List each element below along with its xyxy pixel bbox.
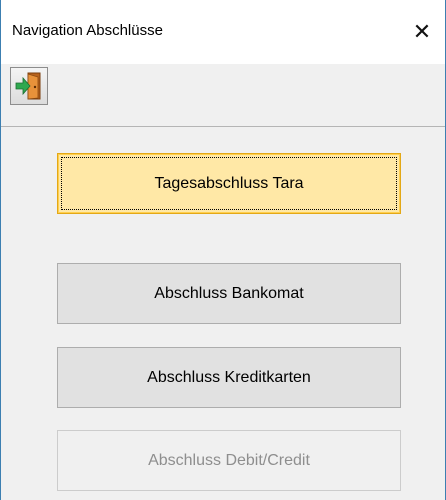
exit-button[interactable] — [10, 67, 48, 105]
window-title: Navigation Abschlüsse — [12, 22, 163, 39]
toolbar — [1, 64, 445, 127]
tagesabschluss-tara-button[interactable]: Tagesabschluss Tara — [57, 153, 401, 214]
button-label: Abschluss Kreditkarten — [147, 368, 311, 386]
close-button[interactable]: ✕ — [399, 0, 445, 64]
abschluss-kreditkarten-button[interactable]: Abschluss Kreditkarten — [57, 347, 401, 408]
title-bar[interactable]: Navigation Abschlüsse ✕ — [1, 0, 445, 64]
abschluss-bankomat-button[interactable]: Abschluss Bankomat — [57, 263, 401, 324]
dialog-window: Navigation Abschlüsse ✕ Tagesabschluss T… — [0, 0, 446, 500]
button-label: Tagesabschluss Tara — [154, 174, 304, 192]
close-icon: ✕ — [412, 19, 432, 44]
button-label: Abschluss Debit/Credit — [148, 451, 310, 469]
abschluss-debit-credit-button[interactable]: Abschluss Debit/Credit — [57, 430, 401, 491]
exit-door-icon — [15, 72, 41, 100]
button-label: Abschluss Bankomat — [154, 284, 304, 302]
